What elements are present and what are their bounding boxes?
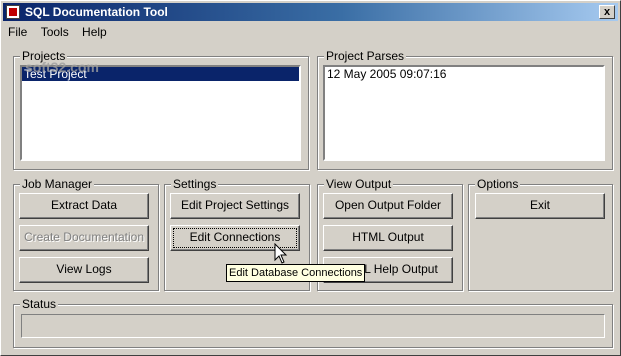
- status-label: Status: [20, 297, 59, 311]
- menu-help[interactable]: Help: [77, 23, 112, 41]
- menu-file[interactable]: File: [3, 23, 32, 41]
- view-output-label: View Output: [324, 177, 394, 191]
- open-output-folder-button[interactable]: Open Output Folder: [323, 193, 453, 219]
- view-logs-button[interactable]: View Logs: [19, 257, 149, 283]
- html-output-button[interactable]: HTML Output: [323, 225, 453, 251]
- edit-project-settings-button[interactable]: Edit Project Settings: [170, 193, 300, 219]
- main-window: SQL Documentation Tool x File Tools Help…: [0, 0, 621, 356]
- app-icon: [6, 5, 20, 19]
- title-bar[interactable]: SQL Documentation Tool x: [3, 3, 618, 21]
- job-manager-label: Job Manager: [20, 177, 95, 191]
- options-label: Options: [475, 177, 521, 191]
- watermark: soft32.com: [25, 59, 99, 75]
- tooltip: Edit Database Connections: [226, 264, 366, 282]
- mouse-pointer-icon: [274, 243, 288, 264]
- create-documentation-button[interactable]: Create Documentation: [19, 225, 149, 251]
- settings-label: Settings: [171, 177, 219, 191]
- projects-list[interactable]: Test Project: [20, 65, 301, 161]
- window-title: SQL Documentation Tool: [25, 5, 168, 19]
- parses-list[interactable]: 12 May 2005 09:07:16: [323, 65, 605, 161]
- parse-item[interactable]: 12 May 2005 09:07:16: [325, 67, 603, 81]
- menu-tools[interactable]: Tools: [36, 23, 74, 41]
- parses-label: Project Parses: [324, 49, 407, 63]
- extract-data-button[interactable]: Extract Data: [19, 193, 149, 219]
- menu-bar: File Tools Help: [3, 23, 112, 41]
- exit-button[interactable]: Exit: [475, 193, 605, 219]
- status-field: [21, 314, 605, 338]
- close-button[interactable]: x: [599, 5, 615, 19]
